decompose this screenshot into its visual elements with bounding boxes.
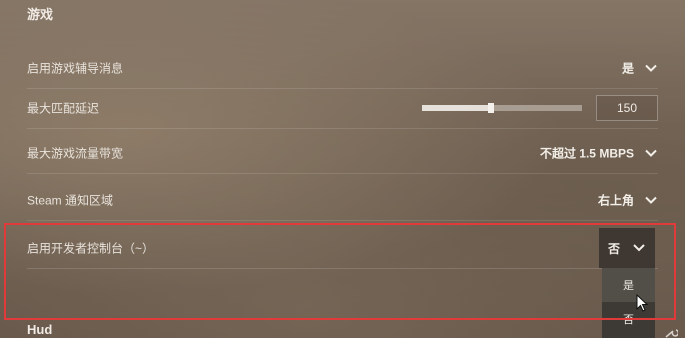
max-bandwidth-dropdown[interactable]: 不超过 1.5 MBPS bbox=[540, 145, 658, 162]
setting-row-coaching-messages: 启用游戏辅导消息 是 bbox=[27, 48, 658, 89]
dropdown-value: 右上角 bbox=[597, 193, 634, 208]
setting-row-max-matchmaking-ping: 最大匹配延迟 150 bbox=[27, 88, 658, 129]
chevron-down-icon bbox=[645, 149, 657, 157]
slider-thumb[interactable] bbox=[487, 103, 494, 113]
setting-label: 最大游戏流量带宽 bbox=[27, 146, 124, 161]
setting-label: 启用开发者控制台（~） bbox=[27, 241, 155, 256]
max-ping-input[interactable]: 150 bbox=[596, 95, 658, 121]
developer-console-dropdown[interactable]: 否 bbox=[599, 228, 655, 268]
setting-label: 最大匹配延迟 bbox=[27, 101, 100, 116]
setting-row-developer-console: 启用开发者控制台（~） bbox=[27, 228, 658, 269]
section-title-hud: Hud bbox=[27, 322, 53, 337]
mouse-cursor-icon bbox=[636, 294, 648, 312]
max-ping-slider[interactable] bbox=[422, 103, 582, 113]
coaching-messages-dropdown[interactable]: 是 bbox=[622, 60, 658, 77]
setting-label: 启用游戏辅导消息 bbox=[27, 61, 124, 76]
max-ping-control: 150 bbox=[422, 95, 658, 121]
setting-row-steam-notification: Steam 通知区域 右上角 bbox=[27, 180, 658, 221]
dropdown-value: 不超过 1.5 MBPS bbox=[539, 146, 634, 161]
wrench-icon bbox=[665, 329, 678, 338]
chevron-down-icon bbox=[645, 64, 657, 72]
setting-label: Steam 通知区域 bbox=[27, 193, 114, 208]
setting-row-max-bandwidth: 最大游戏流量带宽 不超过 1.5 MBPS bbox=[27, 133, 658, 174]
dropdown-value: 否 bbox=[607, 241, 620, 256]
chevron-down-icon bbox=[633, 244, 645, 252]
steam-notification-dropdown[interactable]: 右上角 bbox=[598, 192, 658, 209]
chevron-down-icon bbox=[645, 196, 657, 204]
dropdown-value: 是 bbox=[621, 61, 634, 76]
slider-fill bbox=[422, 105, 491, 111]
section-title-game: 游戏 bbox=[27, 7, 54, 22]
